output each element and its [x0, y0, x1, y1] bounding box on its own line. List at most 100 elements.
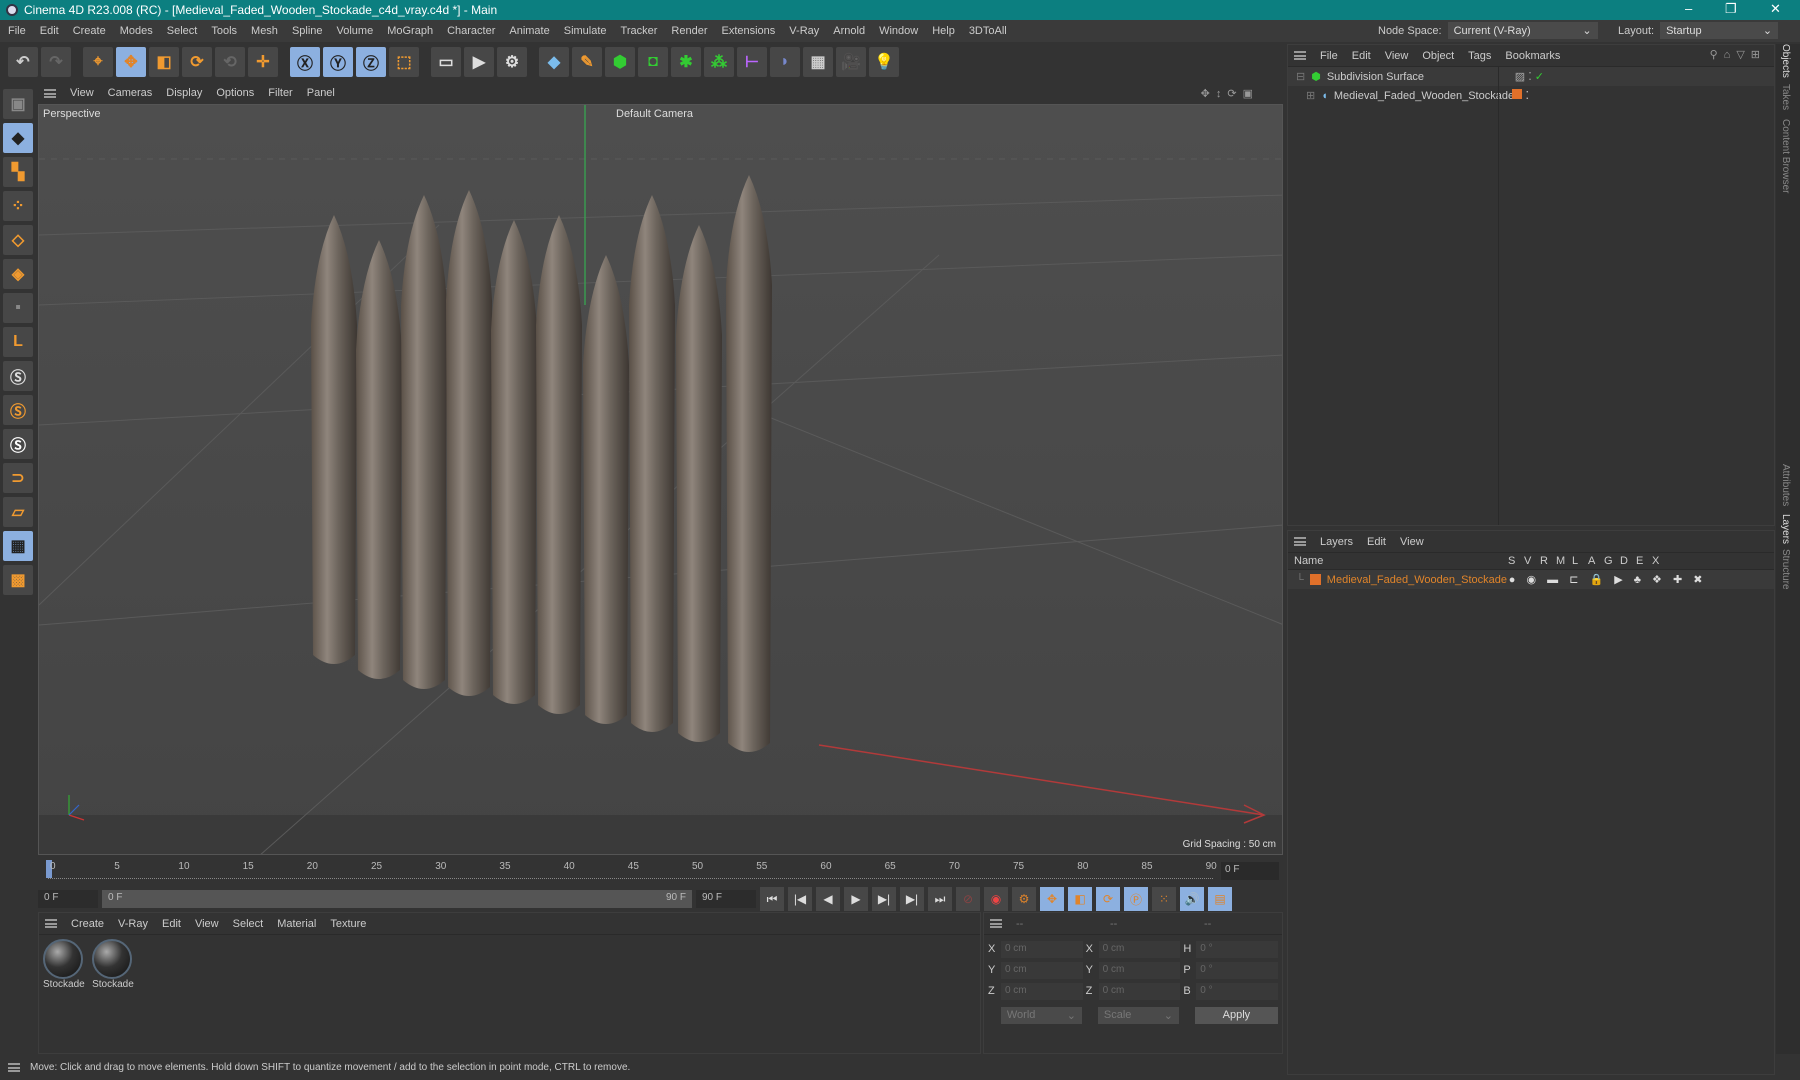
coord-field[interactable]: 0 cm: [1000, 961, 1083, 979]
key-rotation-icon[interactable]: ⟳: [1096, 887, 1120, 911]
menu-vray[interactable]: V-Ray: [789, 25, 819, 37]
snap-settings-icon[interactable]: Ⓢ: [3, 395, 33, 425]
layer-color-swatch[interactable]: [1309, 574, 1321, 585]
object-menu-file[interactable]: File: [1320, 50, 1338, 62]
layer-menu-layers[interactable]: Layers: [1320, 536, 1353, 548]
search-icon[interactable]: ⚲: [1710, 49, 1724, 61]
layer-menu-view[interactable]: View: [1400, 536, 1424, 548]
points-mode-icon[interactable]: ⁘: [3, 191, 33, 221]
object-row[interactable]: ⊞ ◖ Medieval_Faded_Wooden_Stockade ⁚: [1288, 86, 1774, 105]
material-menu-select[interactable]: Select: [233, 918, 264, 930]
x-axis-lock-icon[interactable]: Ⓧ: [290, 47, 320, 77]
key-position-icon[interactable]: ✥: [1040, 887, 1064, 911]
side-tab-takes[interactable]: Takes: [1780, 84, 1791, 110]
coord-field[interactable]: 0 cm: [1098, 961, 1181, 979]
side-tab-attributes[interactable]: Attributes: [1780, 464, 1791, 506]
pen-spline-icon[interactable]: ✎: [572, 47, 602, 77]
material-menu-create[interactable]: Create: [71, 918, 104, 930]
layer-col-x[interactable]: X: [1652, 555, 1661, 567]
coord-field[interactable]: 0 °: [1196, 982, 1278, 1000]
coord-field[interactable]: 0 °: [1196, 940, 1278, 958]
side-tab-content-browser[interactable]: Content Browser: [1780, 119, 1791, 193]
coord-field[interactable]: 0 cm: [1098, 982, 1181, 1000]
lock-workplane-icon[interactable]: ▩: [3, 565, 33, 595]
go-to-start-icon[interactable]: ⏮: [760, 887, 784, 911]
render-view-icon[interactable]: ▭: [431, 47, 461, 77]
layer-menu-edit[interactable]: Edit: [1367, 536, 1386, 548]
next-frame-icon[interactable]: ▶|: [872, 887, 896, 911]
layer-col-g[interactable]: G: [1604, 555, 1613, 567]
key-pla-icon[interactable]: ⁙: [1152, 887, 1176, 911]
cloner-icon[interactable]: ✱: [671, 47, 701, 77]
menu-tracker[interactable]: Tracker: [621, 25, 658, 37]
extrude-icon[interactable]: ◘: [638, 47, 668, 77]
menu-select[interactable]: Select: [167, 25, 198, 37]
layer-col-d[interactable]: D: [1620, 555, 1629, 567]
layer-col-r[interactable]: R: [1540, 555, 1549, 567]
viewport-menu-options[interactable]: Options: [216, 87, 254, 99]
texture-mode-icon[interactable]: ▚: [3, 157, 33, 187]
visibility-icons[interactable]: ▨ ⁚ ✓: [1515, 70, 1544, 83]
layer-col-s[interactable]: S: [1508, 555, 1517, 567]
psr-icon[interactable]: ⟲: [215, 47, 245, 77]
quantize-icon[interactable]: Ⓢ: [3, 429, 33, 459]
viewport-menu-filter[interactable]: Filter: [268, 87, 292, 99]
menu-render[interactable]: Render: [671, 25, 707, 37]
keyframe-selection-icon[interactable]: ⚙: [1012, 887, 1036, 911]
menu-3dtoall[interactable]: 3DToAll: [969, 25, 1007, 37]
viewport-menu-panel[interactable]: Panel: [307, 87, 335, 99]
viewport[interactable]: Perspective Default Camera Grid Spacing …: [38, 104, 1283, 855]
field-icon[interactable]: ◗: [770, 47, 800, 77]
autokey-icon[interactable]: ◉: [984, 887, 1008, 911]
menu-create[interactable]: Create: [73, 25, 106, 37]
model-mode-icon[interactable]: ◆: [3, 123, 33, 153]
menu-spline[interactable]: Spline: [292, 25, 323, 37]
uv-mode-icon[interactable]: ▪: [3, 293, 33, 323]
menu-mesh[interactable]: Mesh: [251, 25, 278, 37]
menu-arnold[interactable]: Arnold: [833, 25, 865, 37]
menu-extensions[interactable]: Extensions: [721, 25, 775, 37]
menu-volume[interactable]: Volume: [337, 25, 374, 37]
deformer-icon[interactable]: ⊢: [737, 47, 767, 77]
floor-icon[interactable]: ▦: [803, 47, 833, 77]
home-icon[interactable]: ⌂: [1724, 49, 1737, 61]
timeline-ruler[interactable]: 0 5 10 15 20 25 30 35 40 45 50 55 60 65 70 75 80 85 90 0 F: [38, 858, 1283, 884]
z-axis-lock-icon[interactable]: Ⓩ: [356, 47, 386, 77]
menu-tools[interactable]: Tools: [211, 25, 237, 37]
redo-icon[interactable]: ↷: [41, 47, 71, 77]
material-menu-view[interactable]: View: [195, 918, 219, 930]
side-tab-objects[interactable]: Objects: [1780, 44, 1791, 78]
menu-window[interactable]: Window: [879, 25, 918, 37]
menu-file[interactable]: File: [8, 25, 26, 37]
menu-help[interactable]: Help: [932, 25, 955, 37]
hamburger-icon[interactable]: [1294, 51, 1306, 60]
menu-modes[interactable]: Modes: [120, 25, 153, 37]
menu-animate[interactable]: Animate: [509, 25, 549, 37]
grid-plane-icon[interactable]: ▦: [3, 531, 33, 561]
hamburger-icon[interactable]: [44, 88, 56, 98]
scale-tool-icon[interactable]: ◧: [149, 47, 179, 77]
object-menu-tags[interactable]: Tags: [1468, 50, 1491, 62]
expand-icon[interactable]: ⊟: [1296, 70, 1305, 83]
menu-mograph[interactable]: MoGraph: [387, 25, 433, 37]
key-parameter-icon[interactable]: Ⓟ: [1124, 887, 1148, 911]
material-menu-texture[interactable]: Texture: [330, 918, 366, 930]
magnet-icon[interactable]: ⊃: [3, 463, 33, 493]
object-menu-view[interactable]: View: [1385, 50, 1409, 62]
render-settings-icon[interactable]: ⚙: [497, 47, 527, 77]
sound-icon[interactable]: 🔊: [1180, 887, 1204, 911]
layer-flag-icons[interactable]: ● ◉ ▬ ⊏ 🔒 ▶ ♣ ❖ ✚ ✖: [1509, 573, 1707, 586]
frame-range-slider[interactable]: 0 F 90 F: [102, 890, 692, 908]
node-space-select[interactable]: Current (V-Ray) ⌄: [1447, 22, 1598, 39]
make-editable-icon[interactable]: ▣: [3, 89, 33, 119]
object-manager-tools[interactable]: ⚲⌂▽⊞: [1710, 48, 1766, 61]
mograph-icon[interactable]: ⁂: [704, 47, 734, 77]
coordinate-system-icon[interactable]: ⬚: [389, 47, 419, 77]
maximize-button[interactable]: ❐: [1725, 1, 1737, 17]
object-menu-object[interactable]: Object: [1422, 50, 1454, 62]
viewport-menu-cameras[interactable]: Cameras: [108, 87, 153, 99]
current-frame-field[interactable]: 0 F: [1221, 862, 1279, 880]
rotate-tool-icon[interactable]: ⟳: [182, 47, 212, 77]
render-picture-viewer-icon[interactable]: ▶: [464, 47, 494, 77]
viewport-menu-view[interactable]: View: [70, 87, 94, 99]
